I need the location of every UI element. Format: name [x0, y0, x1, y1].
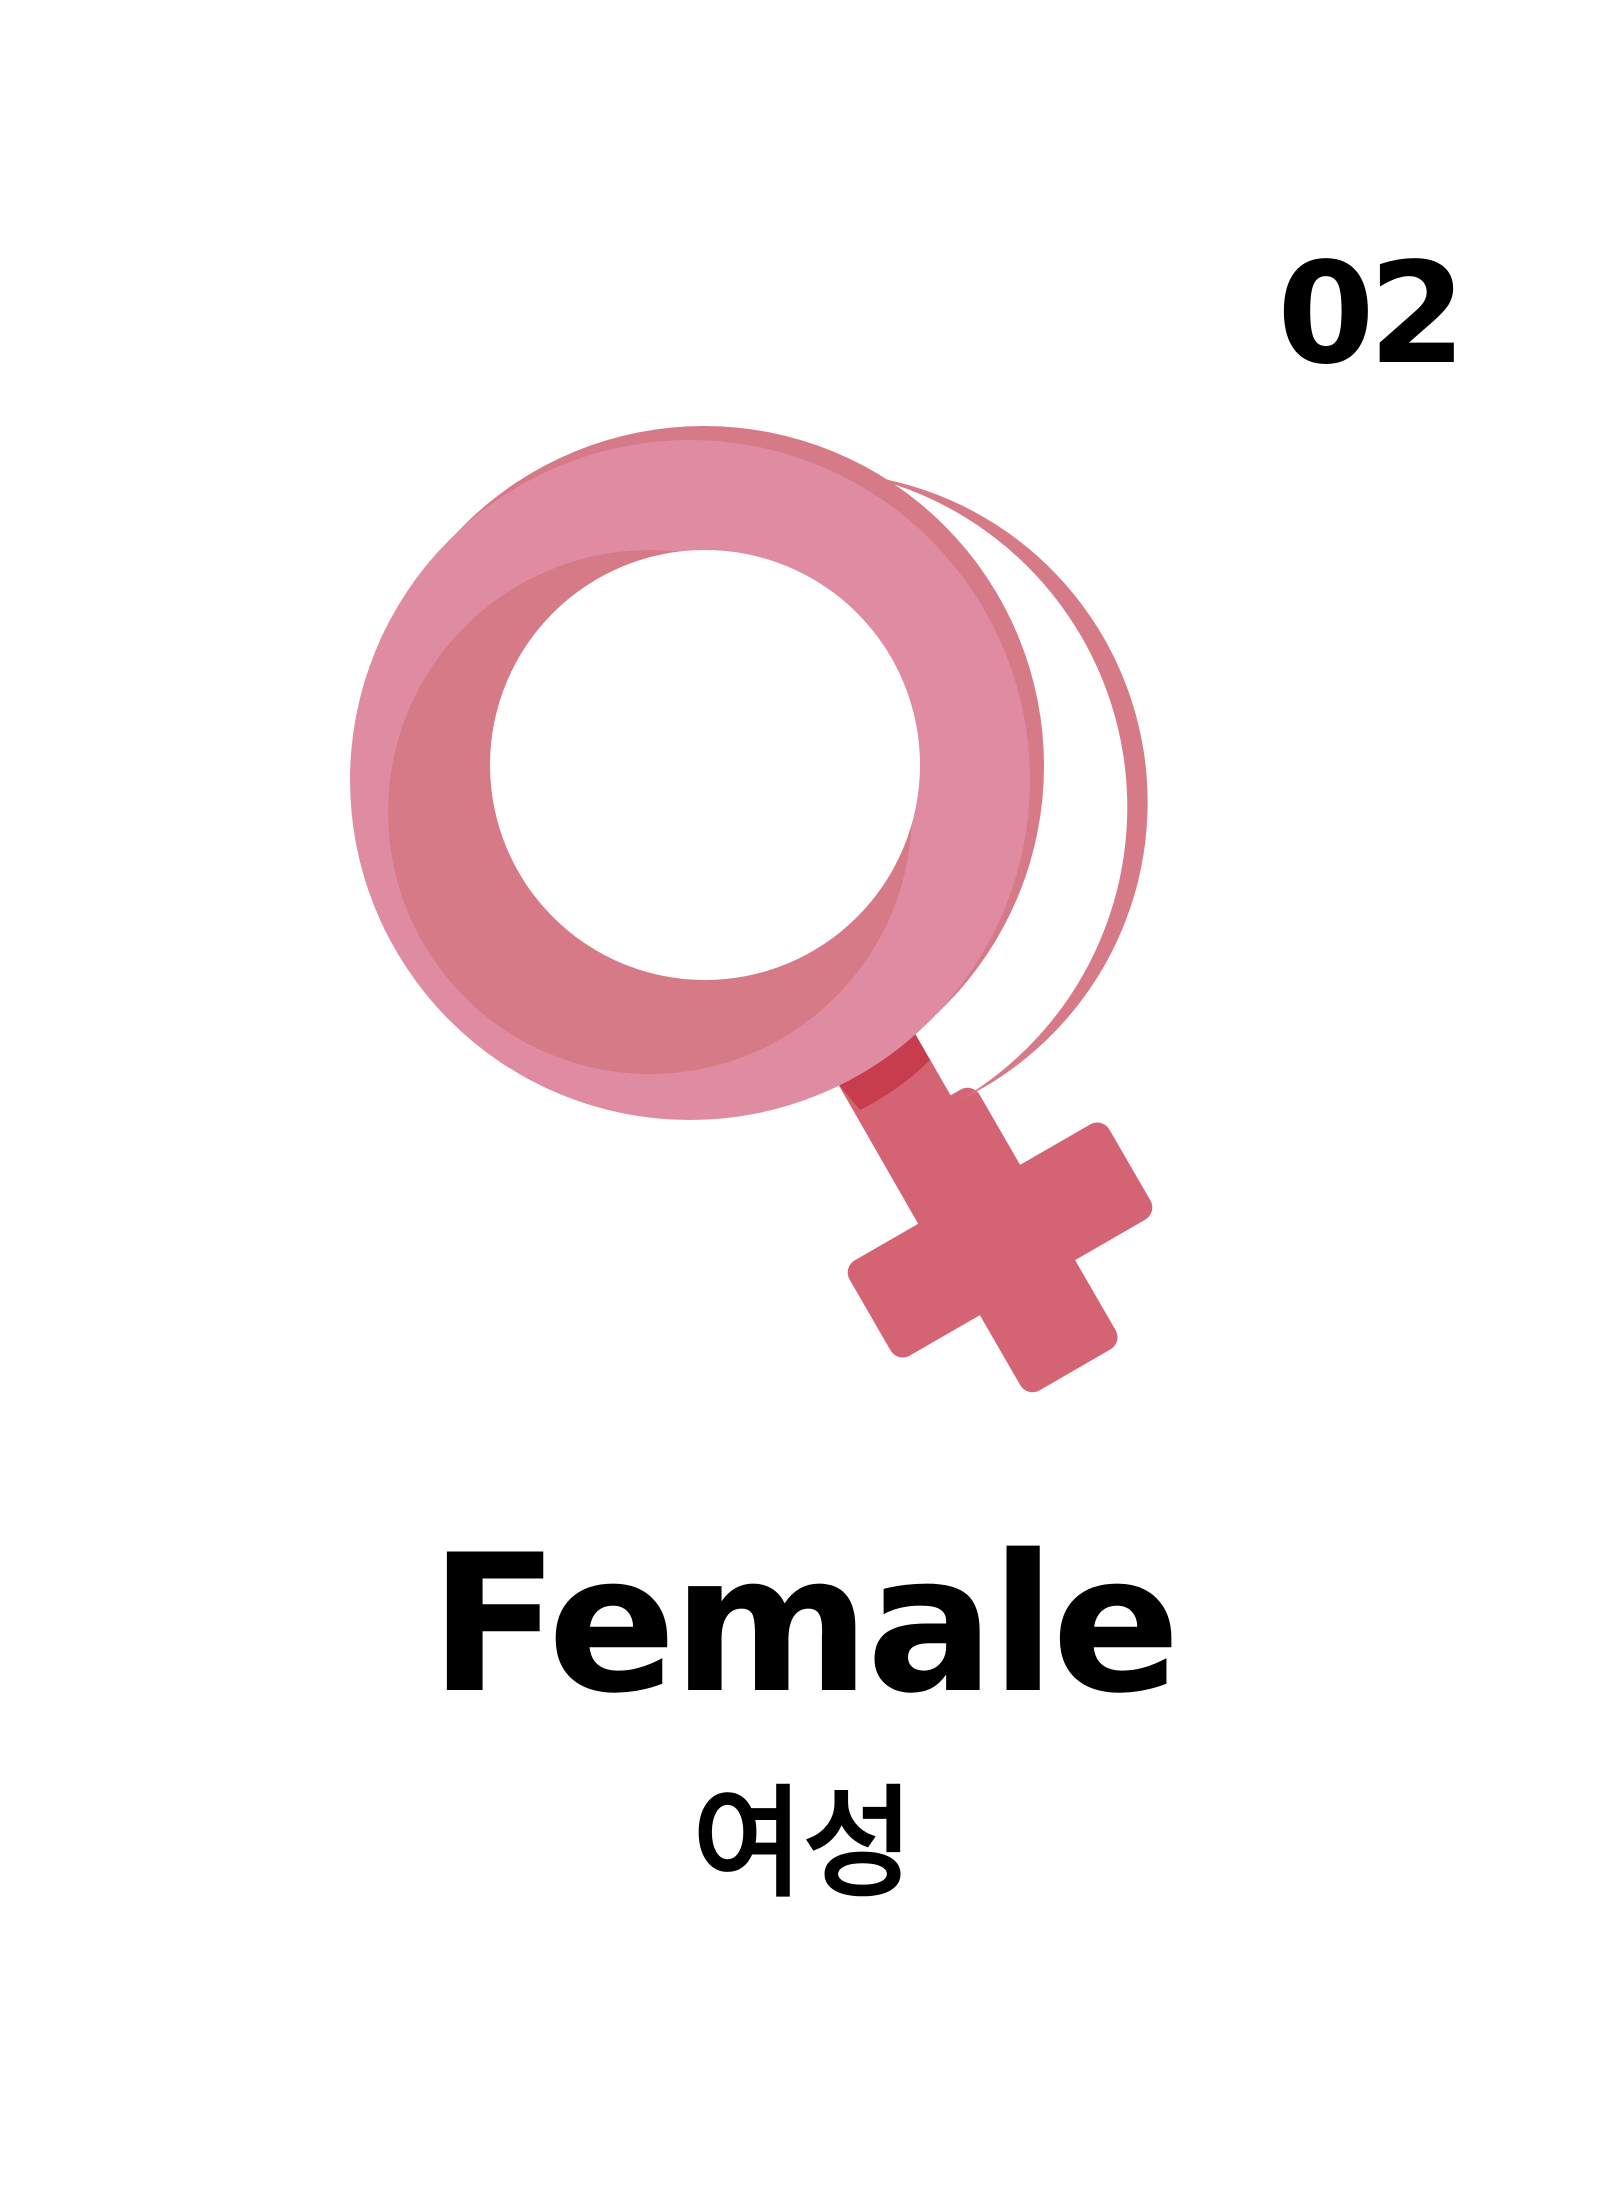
title-english: Female: [429, 1514, 1180, 1735]
card: 02 Female 여성: [0, 0, 1606, 2206]
card-number: 02: [1277, 233, 1466, 396]
title-korean: 여성: [692, 1775, 914, 1914]
symbol-ring-hole: [490, 550, 920, 980]
female-symbol-icon: [350, 426, 1153, 1393]
